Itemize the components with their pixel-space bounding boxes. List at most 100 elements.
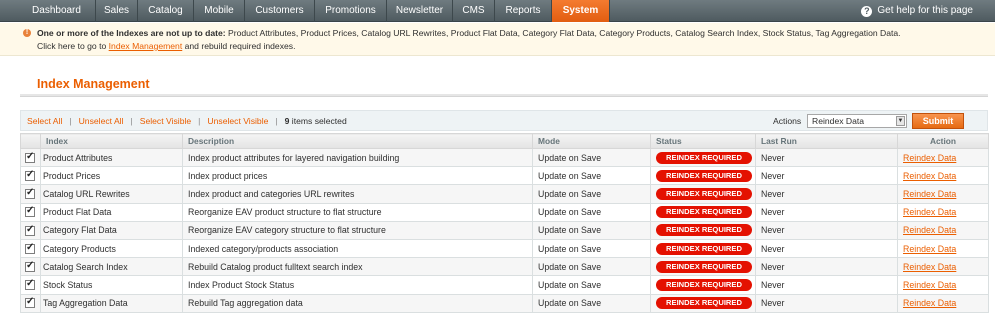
submit-button[interactable]: Submit	[912, 113, 964, 129]
help-link[interactable]: ? Get help for this page	[861, 0, 973, 22]
row-checkbox-cell	[20, 220, 41, 240]
cell-mode: Update on Save	[532, 293, 651, 313]
nav-cms[interactable]: CMS	[453, 0, 495, 22]
cell-last-run: Never	[755, 220, 898, 240]
reindex-link[interactable]: Reindex Data	[903, 207, 956, 217]
nav-mobile[interactable]: Mobile	[194, 0, 245, 22]
dropdown-arrow-icon: ▼	[896, 116, 905, 126]
status-badge: REINDEX REQUIRED	[656, 206, 752, 219]
selected-count: 9 items selected	[284, 116, 347, 126]
cell-mode: Update on Save	[532, 238, 651, 259]
cell-status: REINDEX REQUIRED	[650, 220, 756, 240]
separator: |	[69, 116, 72, 126]
cell-action: Reindex Data	[897, 184, 989, 204]
row-checkbox[interactable]	[25, 169, 35, 182]
nav-sales[interactable]: Sales	[96, 0, 138, 22]
reindex-link[interactable]: Reindex Data	[903, 262, 956, 272]
nav-newsletter[interactable]: Newsletter	[387, 0, 453, 22]
header-last-run[interactable]: Last Run	[755, 133, 898, 149]
index-management-link[interactable]: Index Management	[109, 41, 183, 51]
nav-customers[interactable]: Customers	[245, 0, 315, 22]
row-checkbox[interactable]	[25, 187, 35, 200]
notice-prefix: Click here to go to	[37, 41, 107, 51]
notice-indexes: Product Attributes, Product Prices, Cata…	[228, 28, 901, 38]
row-checkbox[interactable]	[25, 260, 35, 273]
cell-last-run: Never	[755, 275, 898, 295]
cell-description: Rebuild Tag aggregation data	[182, 293, 533, 313]
reindex-link[interactable]: Reindex Data	[903, 225, 956, 235]
notice-line-1: One or more of the Indexes are not up to…	[37, 28, 901, 38]
cell-action: Reindex Data	[897, 293, 989, 313]
reindex-link[interactable]: Reindex Data	[903, 244, 956, 254]
table-row: Product Attributes Index product attribu…	[20, 147, 989, 168]
top-navigation: Dashboard Sales Catalog Mobile Customers…	[0, 0, 995, 22]
reindex-link[interactable]: Reindex Data	[903, 153, 956, 163]
row-checkbox-cell	[20, 147, 41, 168]
status-badge: REINDEX REQUIRED	[656, 187, 752, 200]
cell-index: Category Products	[40, 238, 183, 259]
nav-system[interactable]: System	[552, 0, 610, 22]
cell-status: REINDEX REQUIRED	[650, 257, 756, 277]
cell-index: Catalog Search Index	[40, 257, 183, 277]
nav-catalog[interactable]: Catalog	[138, 0, 194, 22]
cell-last-run: Never	[755, 238, 898, 259]
cell-action: Reindex Data	[897, 166, 989, 186]
actions-select[interactable]: Reindex Data ▼	[807, 114, 907, 128]
header-status[interactable]: Status	[650, 133, 756, 149]
cell-status: REINDEX REQUIRED	[650, 166, 756, 186]
reindex-link[interactable]: Reindex Data	[903, 189, 956, 199]
separator: |	[198, 116, 201, 126]
cell-mode: Update on Save	[532, 257, 651, 277]
row-checkbox[interactable]	[25, 242, 35, 254]
cell-mode: Update on Save	[532, 275, 651, 295]
table-row: Catalog Search Index Rebuild Catalog pro…	[20, 257, 989, 277]
reindex-link[interactable]: Reindex Data	[903, 171, 956, 181]
row-checkbox-cell	[20, 275, 41, 295]
cell-last-run: Never	[755, 293, 898, 313]
table-row: Category Products Indexed category/produ…	[20, 238, 989, 259]
table-row: Tag Aggregation Data Rebuild Tag aggrega…	[20, 293, 989, 313]
row-checkbox[interactable]	[25, 278, 35, 291]
cell-action: Reindex Data	[897, 257, 989, 277]
header-mode[interactable]: Mode	[532, 133, 651, 149]
cell-mode: Update on Save	[532, 166, 651, 186]
unselect-all-link[interactable]: Unselect All	[79, 116, 124, 126]
cell-description: Indexed category/products association	[182, 238, 533, 259]
row-checkbox[interactable]	[25, 151, 35, 163]
status-badge: REINDEX REQUIRED	[656, 260, 752, 273]
row-checkbox-cell	[20, 202, 41, 222]
reindex-link[interactable]: Reindex Data	[903, 280, 956, 290]
cell-status: REINDEX REQUIRED	[650, 147, 756, 168]
cell-index: Stock Status	[40, 275, 183, 295]
reindex-link[interactable]: Reindex Data	[903, 298, 956, 308]
nav-dashboard[interactable]: Dashboard	[18, 0, 96, 22]
row-checkbox[interactable]	[25, 224, 35, 236]
status-badge: REINDEX REQUIRED	[656, 242, 752, 255]
cell-description: Index Product Stock Status	[182, 275, 533, 295]
cell-last-run: Never	[755, 166, 898, 186]
cell-description: Reorganize EAV category structure to fla…	[182, 220, 533, 240]
table-row: Product Flat Data Reorganize EAV product…	[20, 202, 989, 222]
header-index[interactable]: Index	[40, 133, 183, 149]
cell-action: Reindex Data	[897, 147, 989, 168]
table-row: Catalog URL Rewrites Index product and c…	[20, 184, 989, 204]
grid-header-row: Index Description Mode Status Last Run A…	[20, 133, 989, 149]
select-visible-link[interactable]: Select Visible	[140, 116, 191, 126]
select-all-link[interactable]: Select All	[27, 116, 62, 126]
cell-status: REINDEX REQUIRED	[650, 184, 756, 204]
header-description[interactable]: Description	[182, 133, 533, 149]
cell-mode: Update on Save	[532, 202, 651, 222]
nav-promotions[interactable]: Promotions	[315, 0, 387, 22]
cell-description: Reorganize EAV product structure to flat…	[182, 202, 533, 222]
nav-reports[interactable]: Reports	[495, 0, 552, 22]
massaction-links: Select All | Unselect All | Select Visible | U…	[27, 116, 347, 126]
cell-last-run: Never	[755, 184, 898, 204]
row-checkbox[interactable]	[25, 205, 35, 218]
cell-index: Product Prices	[40, 166, 183, 186]
notice-line-2: Click here to go to Index Management and…	[37, 41, 295, 51]
cell-index: Category Flat Data	[40, 220, 183, 240]
row-checkbox[interactable]	[25, 296, 35, 309]
separator: |	[275, 116, 278, 126]
unselect-visible-link[interactable]: Unselect Visible	[207, 116, 268, 126]
cell-description: Rebuild Catalog product fulltext search …	[182, 257, 533, 277]
